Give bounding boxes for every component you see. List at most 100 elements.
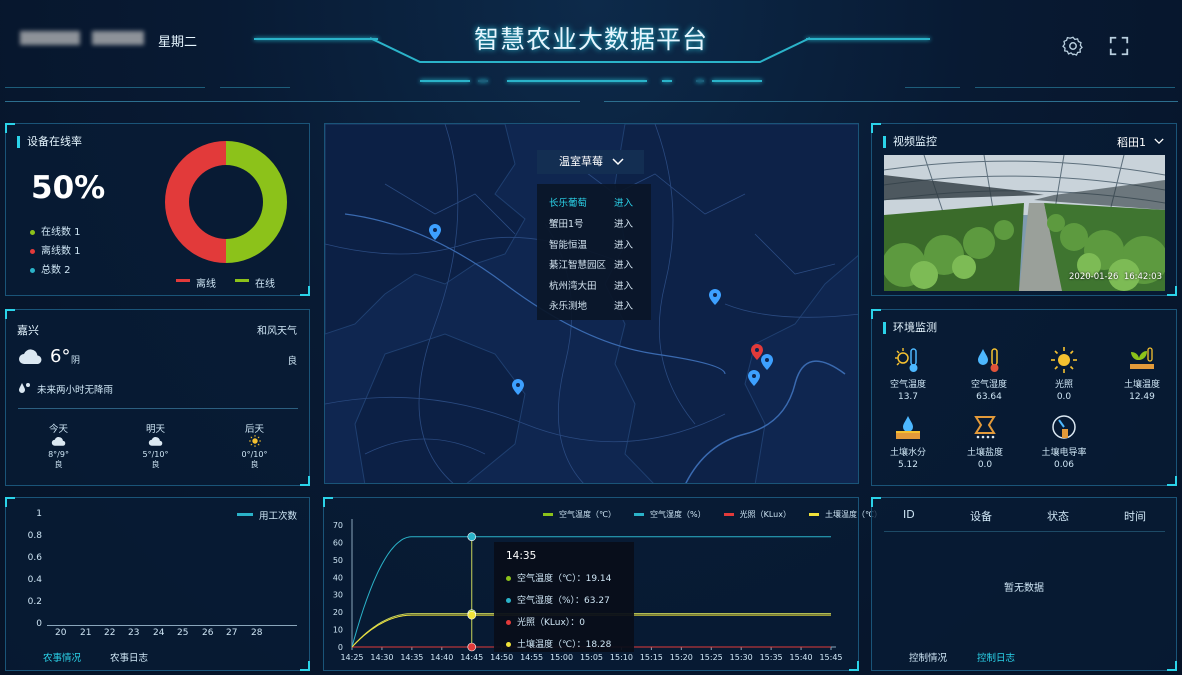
current-condition: 阴	[71, 356, 81, 366]
raindrop-icon	[19, 383, 30, 393]
map-marker-icon[interactable]	[429, 224, 441, 240]
xtick-label: 15:20	[670, 653, 693, 662]
deco-bar	[478, 80, 488, 82]
enter-link[interactable]: 进入	[614, 298, 633, 312]
xtick: 28	[251, 628, 263, 638]
offline-dot	[30, 248, 35, 254]
deco-line	[975, 87, 1175, 88]
forecast-day-name: 今天	[48, 424, 68, 435]
legend-swatch	[808, 513, 819, 516]
tab-control-log[interactable]: 控制日志	[977, 650, 1015, 664]
tab-farm-status[interactable]: 农事情况	[43, 650, 81, 664]
map-marker-icon[interactable]	[761, 354, 773, 370]
xtick-label: 14:55	[520, 653, 543, 662]
table-header-status[interactable]: 状态	[1047, 508, 1069, 524]
env-soil-water: 土壤水分 5.12	[878, 414, 938, 470]
ytick-label: 50	[333, 556, 343, 565]
legend-swatch	[723, 513, 734, 516]
forecast-day-0: 今天 8°/9° 良	[31, 421, 86, 470]
legend-offline-swatch	[176, 279, 190, 282]
legend-online: 在线	[235, 275, 275, 290]
deco-bar	[420, 80, 470, 82]
weather-city: 嘉兴	[17, 324, 39, 337]
xtick-label: 15:00	[550, 653, 573, 662]
current-temp: 6°	[50, 346, 71, 367]
env-value: 13.7	[897, 392, 919, 402]
legend-offline: 离线	[176, 275, 216, 290]
video-timestamp: 2020-01-26 16:42:03	[1069, 272, 1162, 282]
tab-farm-log[interactable]: 农事日志	[110, 650, 148, 664]
total-count-label: 总数 2	[41, 265, 71, 276]
xtick-label: 14:50	[490, 653, 513, 662]
chevron-down-icon	[612, 158, 624, 166]
online-donut-chart	[164, 141, 288, 263]
xtick: 24	[153, 628, 165, 638]
enter-link[interactable]: 进入	[614, 195, 633, 209]
gear-icon[interactable]	[1062, 35, 1084, 57]
env-soil-temp: 土壤温度 12.49	[1112, 346, 1172, 402]
fullscreen-icon[interactable]	[1108, 35, 1130, 57]
xtick-label: 15:45	[819, 653, 842, 662]
greenhouse-dropdown[interactable]: 温室草莓	[537, 150, 644, 174]
legend-swatch	[543, 513, 553, 516]
map-marker-icon[interactable]	[512, 379, 524, 395]
farm-list-item[interactable]: 杭州湾大田 进入	[549, 278, 645, 292]
forecast-day-name: 明天	[145, 424, 165, 435]
enter-link[interactable]: 进入	[614, 278, 633, 292]
map-marker-icon[interactable]	[748, 370, 760, 386]
legend-online-swatch	[235, 279, 249, 282]
xtick: 25	[177, 628, 189, 638]
map-marker-icon[interactable]	[709, 289, 721, 305]
enter-link[interactable]: 进入	[614, 237, 633, 251]
table-header-device[interactable]: 设备	[970, 508, 992, 524]
camera-selector[interactable]: 稻田1	[1117, 134, 1146, 150]
farm-list-item[interactable]: 綦江智慧园区 进入	[549, 257, 645, 271]
tooltip-label: 空气湿度（%）：63.27	[517, 596, 610, 606]
legend-item[interactable]: 空气湿度（%）	[633, 509, 706, 520]
ytick: 0.6	[27, 553, 42, 563]
greenhouse-dropdown-value: 温室草莓	[559, 155, 603, 168]
legend-item[interactable]: 空气温度（℃）	[543, 509, 616, 520]
xtick-label: 15:10	[610, 653, 633, 662]
deco-line	[604, 101, 1178, 102]
donut-online-slice	[226, 141, 288, 263]
forecast-day-quality: 良	[151, 460, 160, 469]
legend-label: 空气湿度（%）	[649, 510, 706, 519]
tooltip-row: 土壤温度（℃）：18.28	[506, 637, 634, 650]
env-value: 0.0	[977, 460, 993, 470]
farm-list-item[interactable]: 长乐葡萄 进入	[549, 195, 645, 209]
legend-item[interactable]: 光照（KLux）	[723, 509, 791, 520]
xtick-label: 14:35	[400, 653, 423, 662]
ytick: 0.2	[27, 597, 42, 607]
xtick-label: 15:25	[700, 653, 723, 662]
table-header-time[interactable]: 时间	[1124, 508, 1146, 524]
farm-list-item[interactable]: 智能恒温 进入	[549, 237, 645, 251]
conductivity-icon	[1052, 415, 1076, 439]
farm-list-item[interactable]: 永乐测地 进入	[549, 298, 645, 312]
table-header-id[interactable]: ID	[903, 508, 915, 521]
enter-link[interactable]: 进入	[614, 257, 633, 271]
xtick: 26	[202, 628, 214, 638]
farm-legend: 用工次数	[236, 508, 297, 522]
soil-temp-icon	[1130, 347, 1154, 369]
table-empty-message: 暂无数据	[1004, 583, 1044, 594]
tooltip-dot	[506, 576, 511, 581]
deco-line	[220, 87, 290, 88]
cloud-icon	[148, 437, 162, 446]
farm-list-item[interactable]: 蟹田1号 进入	[549, 216, 645, 230]
env-label: 光照	[1054, 380, 1073, 390]
farm-name: 永乐测地	[549, 301, 588, 312]
ytick-label: 70	[333, 521, 343, 530]
farm-legend-swatch	[236, 513, 253, 516]
env-label: 空气温度	[889, 380, 926, 390]
xtick-label: 15:35	[760, 653, 783, 662]
page-title: 智慧农业大数据平台	[473, 25, 708, 54]
hover-point-3	[467, 610, 477, 620]
tab-control-status[interactable]: 控制情况	[909, 650, 947, 664]
greenhouse-video-feed[interactable]	[884, 155, 1165, 291]
enter-link[interactable]: 进入	[614, 216, 633, 230]
env-air-temp: 空气温度 13.7	[878, 346, 938, 402]
chevron-down-icon[interactable]	[1154, 138, 1164, 145]
tooltip-label: 土壤温度（℃）：18.28	[517, 640, 612, 650]
humidity-icon	[978, 348, 999, 372]
